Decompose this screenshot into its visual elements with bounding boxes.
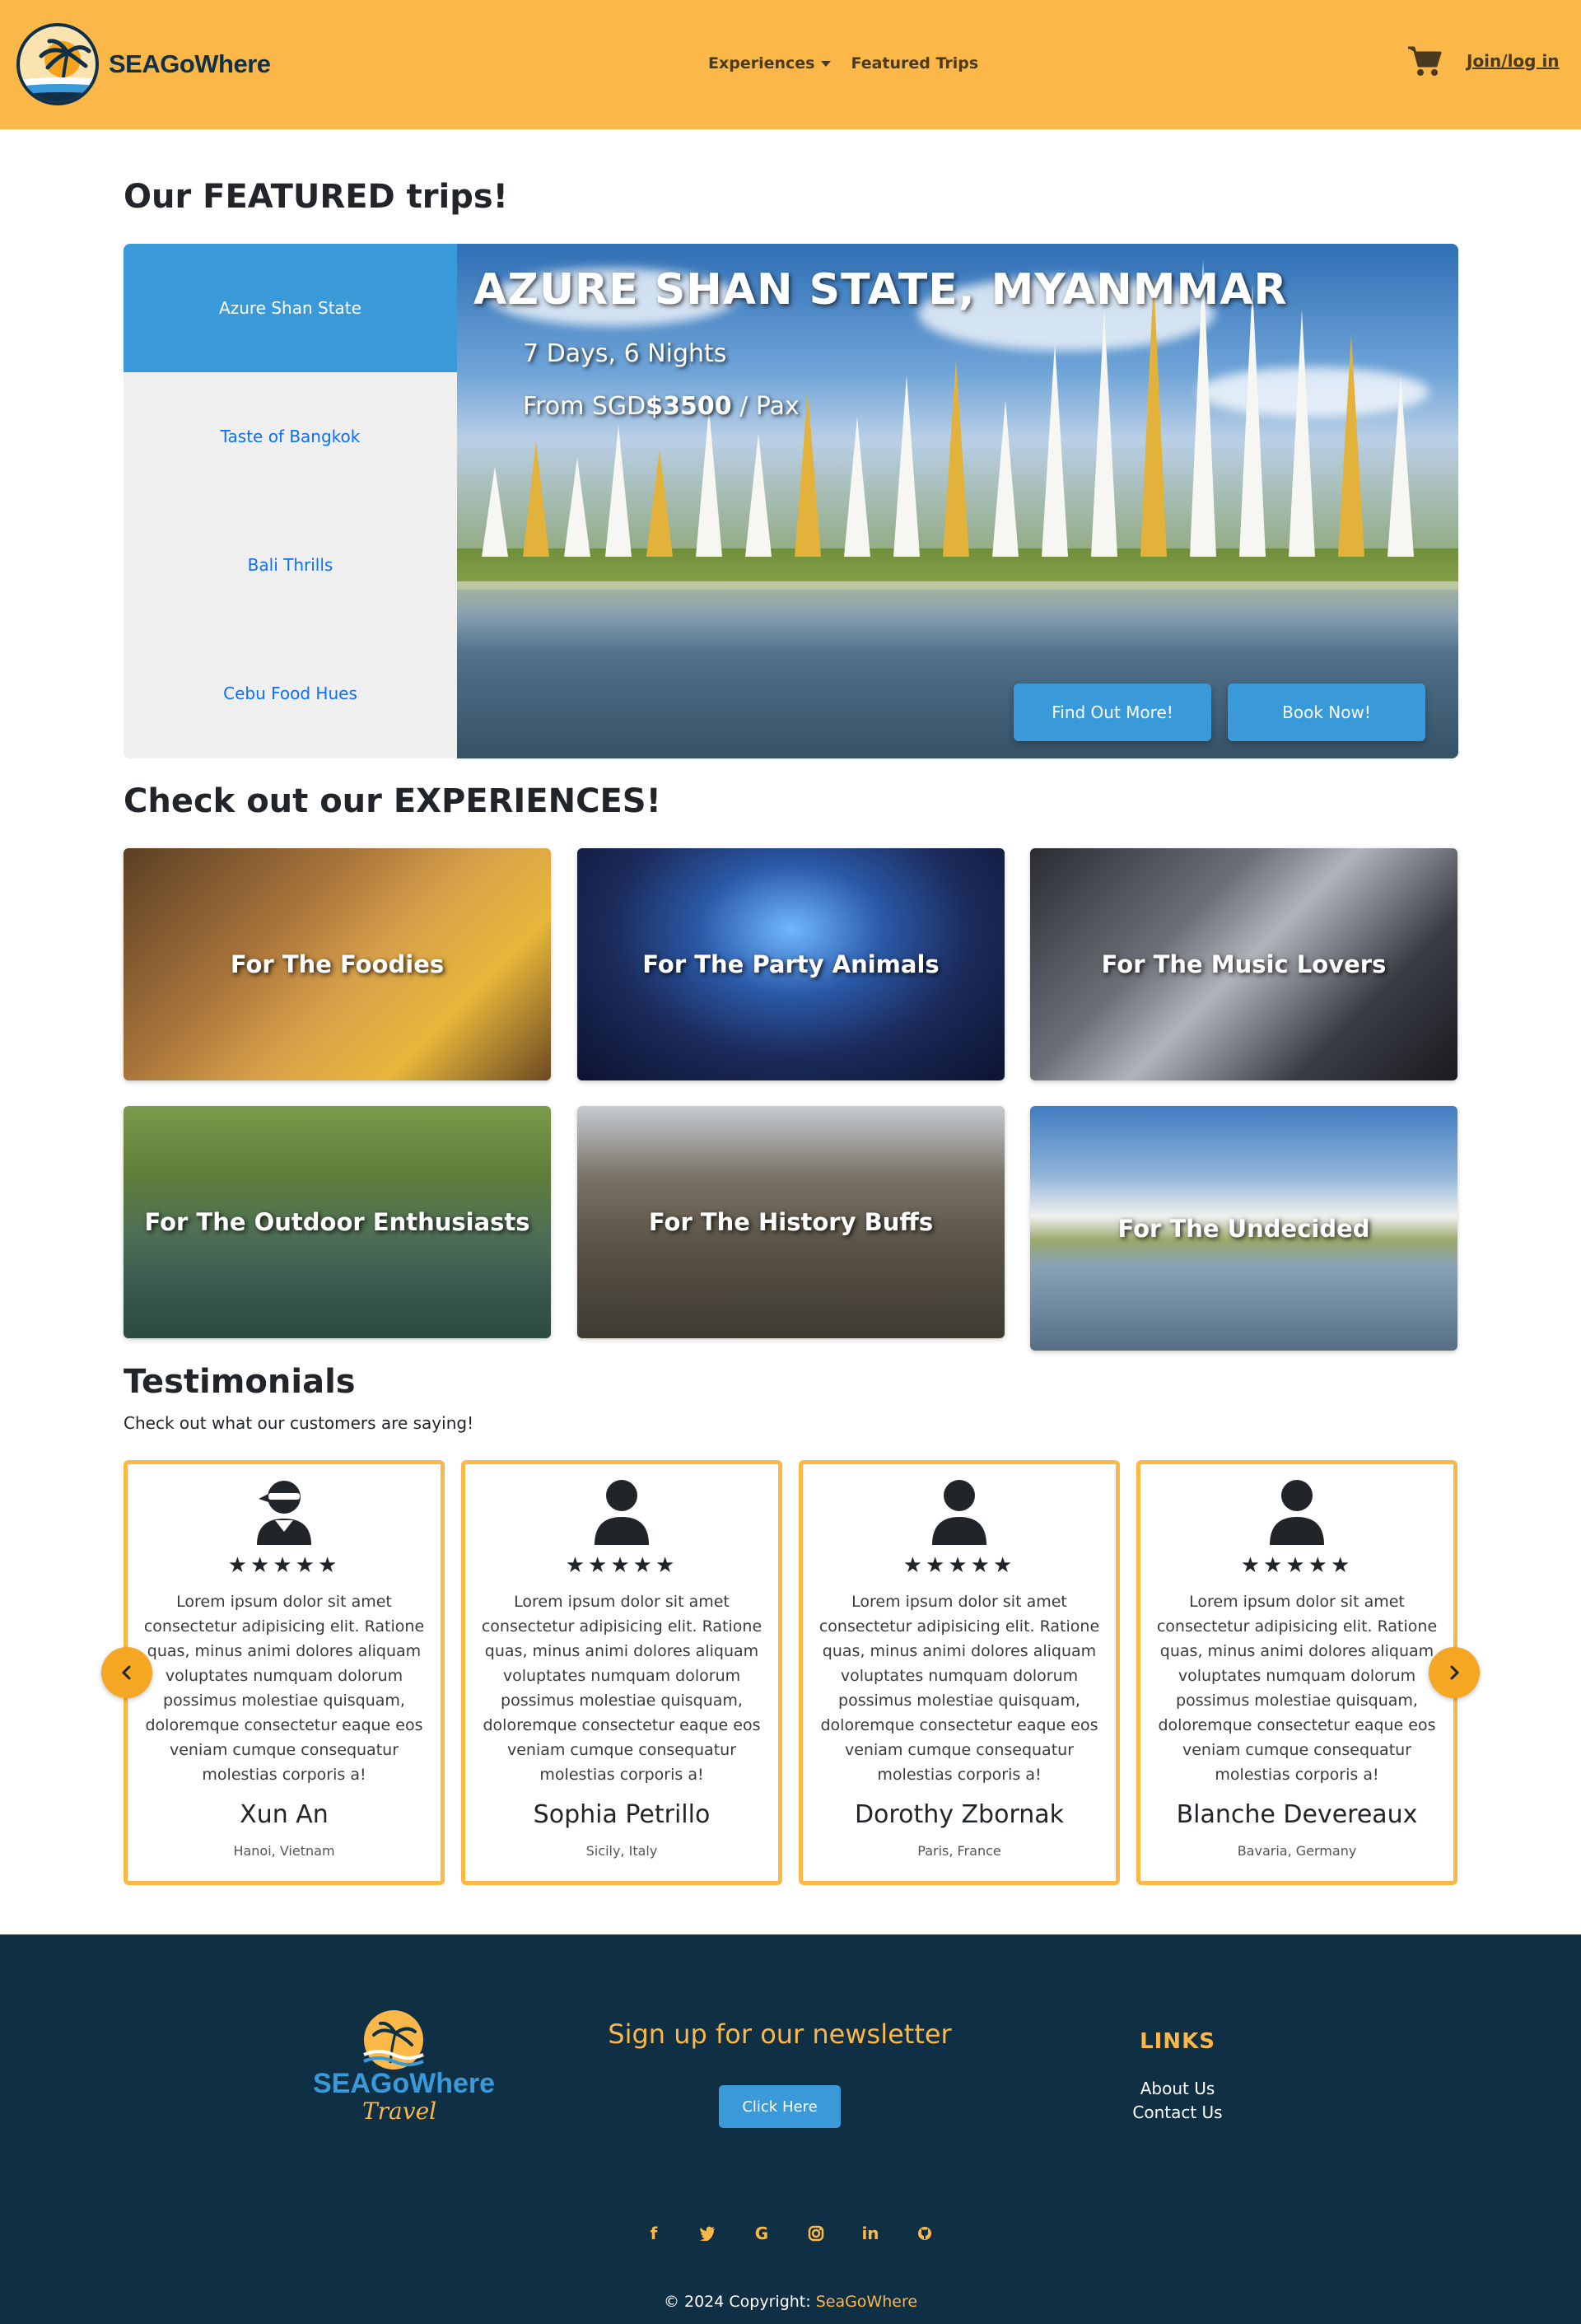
rating-stars: ★★★★★ [1240, 1553, 1354, 1578]
experience-card-history-buffs[interactable]: For The History Buffs [577, 1106, 1005, 1338]
price-suffix: / Pax [731, 392, 800, 421]
rating-stars: ★★★★★ [902, 1553, 1016, 1578]
testimonial-location: Bavaria, Germany [1237, 1843, 1357, 1859]
footer-logo-text: SEAGoWhere [313, 2068, 496, 2099]
testimonial-text: Lorem ipsum dolor sit amet consectetur a… [1156, 1593, 1438, 1784]
links-heading: LINKS [1140, 2029, 1215, 2054]
testimonial-card: ★★★★★ Lorem ipsum dolor sit amet consect… [461, 1460, 782, 1885]
testimonials-heading: Testimonials [124, 1363, 356, 1401]
login-link[interactable]: Join/log in [1467, 51, 1560, 71]
copyright: © 2024 Copyright: SeaGoWhere [0, 2293, 1581, 2311]
featured-carousel: Azure Shan State Taste of Bangkok Bali T… [124, 244, 1458, 758]
experience-label: For The Music Lovers [1101, 950, 1387, 978]
experience-label: For The Undecided [1117, 1214, 1370, 1243]
testimonial-name: Sophia Petrillo [533, 1800, 711, 1829]
caret-down-icon [821, 61, 832, 67]
about-us-link[interactable]: About Us [1095, 2079, 1260, 2098]
featured-tabs: Azure Shan State Taste of Bangkok Bali T… [124, 244, 457, 758]
price-value: $3500 [646, 392, 732, 421]
testimonial-text: Lorem ipsum dolor sit amet consectetur a… [481, 1593, 763, 1784]
github-icon[interactable] [912, 2221, 937, 2246]
footer-logo-icon [363, 2010, 424, 2070]
featured-price-line: From SGD$3500 / Pax [523, 392, 800, 421]
book-now-button[interactable]: Book Now! [1228, 684, 1425, 741]
experience-label: For The Party Animals [642, 950, 940, 978]
find-out-more-button[interactable]: Find Out More! [1014, 684, 1211, 741]
testimonial-text: Lorem ipsum dolor sit amet consectetur a… [818, 1593, 1100, 1784]
instagram-icon[interactable] [804, 2221, 828, 2246]
experience-label: For The History Buffs [648, 1208, 934, 1236]
testimonials-subheading: Check out what our customers are saying! [124, 1413, 474, 1433]
copyright-brand-link[interactable]: SeaGoWhere [816, 2293, 917, 2311]
navbar: SEAGoWhere Experiences Featured Trips Jo… [0, 0, 1581, 129]
chevron-left-icon [121, 1665, 131, 1680]
twitter-icon[interactable] [695, 2221, 720, 2246]
testimonial-card: ★★★★★ Lorem ipsum dolor sit amet consect… [799, 1460, 1120, 1885]
nav-links: Experiences Featured Trips [708, 54, 978, 72]
rating-stars: ★★★★★ [227, 1553, 341, 1578]
tab-azure-shan-state[interactable]: Azure Shan State [124, 244, 457, 372]
tab-taste-of-bangkok[interactable]: Taste of Bangkok [124, 372, 457, 501]
experience-card-music-lovers[interactable]: For The Music Lovers [1030, 848, 1457, 1080]
experience-card-undecided[interactable]: For The Undecided [1030, 1106, 1457, 1351]
featured-title: AZURE SHAN STATE, MYANMMAR [473, 265, 1288, 315]
experiences-heading: Check out our EXPERIENCES! [124, 782, 661, 820]
google-icon[interactable]: G [749, 2221, 774, 2246]
experience-label: For The Foodies [230, 950, 445, 978]
cart-icon[interactable] [1406, 44, 1443, 77]
newsletter-heading: Sign up for our newsletter [608, 2018, 952, 2050]
experience-card-party-animals[interactable]: For The Party Animals [577, 848, 1005, 1080]
experience-label: For The Outdoor Enthusiasts [144, 1208, 530, 1236]
carousel-prev-button[interactable] [101, 1647, 152, 1698]
nav-experiences-label: Experiences [708, 54, 815, 72]
footer-logo: SEAGoWhere Travel [313, 2009, 496, 2132]
testimonial-name: Dorothy Zbornak [854, 1800, 1065, 1829]
featured-image: AZURE SHAN STATE, MYANMMAR 7 Days, 6 Nig… [457, 244, 1458, 758]
user-avatar-icon [595, 1480, 649, 1545]
ninja-avatar-icon [257, 1481, 311, 1545]
newsletter-button[interactable]: Click Here [719, 2085, 841, 2128]
testimonial-location: Paris, France [917, 1843, 1001, 1859]
nav-experiences-dropdown[interactable]: Experiences [708, 54, 832, 72]
copyright-prefix: © 2024 Copyright: [663, 2293, 816, 2311]
brand-link[interactable]: SEAGoWhere [16, 23, 271, 105]
user-avatar-icon [1270, 1480, 1324, 1545]
contact-us-link[interactable]: Contact Us [1095, 2102, 1260, 2122]
experience-card-outdoor-enthusiasts[interactable]: For The Outdoor Enthusiasts [124, 1106, 551, 1338]
testimonial-name: Xun An [240, 1800, 329, 1829]
carousel-next-button[interactable] [1429, 1647, 1480, 1698]
nav-featured-trips[interactable]: Featured Trips [851, 54, 978, 72]
testimonial-location: Sicily, Italy [585, 1843, 658, 1859]
testimonial-location: Hanoi, Vietnam [233, 1843, 335, 1859]
testimonial-card: ★★★★★ Lorem ipsum dolor sit amet consect… [124, 1460, 445, 1885]
tab-bali-thrills[interactable]: Bali Thrills [124, 501, 457, 629]
testimonial-text: Lorem ipsum dolor sit amet consectetur a… [143, 1593, 425, 1784]
experience-card-foodies[interactable]: For The Foodies [124, 848, 551, 1080]
testimonial-name: Blanche Devereaux [1176, 1800, 1418, 1829]
testimonial-card: ★★★★★ Lorem ipsum dolor sit amet consect… [1136, 1460, 1457, 1885]
featured-heading: Our FEATURED trips! [124, 178, 508, 216]
user-avatar-icon [932, 1480, 986, 1545]
brand-name: SEAGoWhere [109, 49, 271, 78]
facebook-icon[interactable]: f [641, 2221, 666, 2246]
linkedin-icon[interactable]: in [858, 2221, 883, 2246]
footer: SEAGoWhere Travel Sign up for our newsle… [0, 1934, 1581, 2324]
tab-cebu-food-hues[interactable]: Cebu Food Hues [124, 629, 457, 758]
chevron-right-icon [1450, 1665, 1460, 1680]
logo-icon [16, 23, 99, 105]
footer-logo-script: Travel [362, 2098, 437, 2125]
rating-stars: ★★★★★ [565, 1553, 679, 1578]
price-prefix: From SGD [523, 392, 646, 421]
featured-duration: 7 Days, 6 Nights [523, 339, 727, 368]
